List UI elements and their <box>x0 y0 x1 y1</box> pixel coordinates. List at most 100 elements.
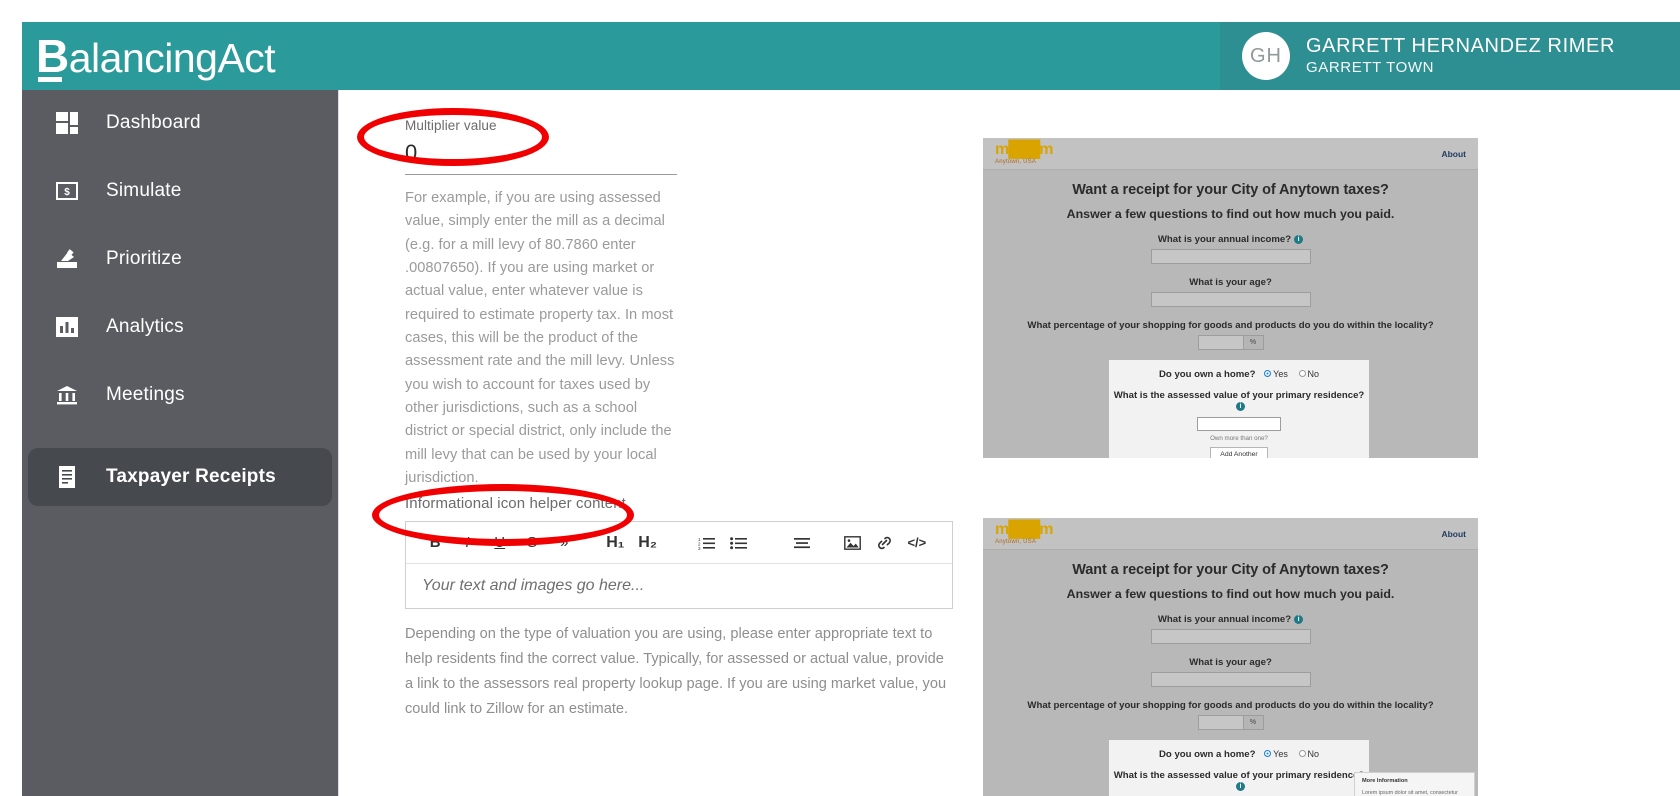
preview-subheading: Answer a few questions to find out how m… <box>1066 587 1395 601</box>
anytown-logo-glyph: m███m <box>995 521 1053 538</box>
italic-icon[interactable]: I <box>454 529 480 557</box>
info-icon[interactable]: i <box>1236 401 1245 411</box>
radio-yes-label: Yes <box>1273 749 1288 759</box>
anytown-logo-subtitle: Anytown, USA <box>995 539 1037 545</box>
underline-icon[interactable]: U <box>487 529 513 557</box>
preview-about-link[interactable]: About <box>1441 149 1466 159</box>
user-meta: GARRETT HERNANDEZ RIMER GARRETT TOWN <box>1306 35 1615 78</box>
bank-building-icon <box>54 382 80 408</box>
radio-no-label: No <box>1307 369 1320 379</box>
preview-question-income-text: What is your annual income? <box>1157 614 1292 625</box>
avatar: GH <box>1242 32 1290 80</box>
preview-input-percent[interactable] <box>1197 715 1244 730</box>
preview-question-own-home-text: Do you own a home? <box>1158 369 1256 380</box>
helper-content-note: Depending on the type of valuation you a… <box>405 626 947 718</box>
radio-yes[interactable] <box>1264 750 1272 758</box>
tax-receipt-preview-bottom: m███m Anytown, USA About Want a receipt … <box>983 518 1478 796</box>
preview-input-age[interactable] <box>1150 672 1311 687</box>
link-icon[interactable] <box>871 529 897 557</box>
preview-input-percent[interactable] <box>1197 335 1244 350</box>
sidebar-item-label: Dashboard <box>106 112 201 133</box>
preview-question-own-home-text: Do you own a home? <box>1158 749 1256 760</box>
preview-about-link[interactable]: About <box>1441 529 1466 539</box>
info-icon[interactable]: i <box>1236 781 1245 791</box>
editor-placeholder: Your text and images go here... <box>422 577 645 594</box>
preview-home-card: Do you own a home? Yes No What is the as… <box>1109 360 1369 458</box>
info-icon[interactable]: i <box>1294 614 1304 624</box>
sidebar-item-taxpayer-receipts[interactable]: Taxpayer Receipts <box>28 448 332 506</box>
preview-question-assessed: What is the assessed value of your prima… <box>1109 390 1369 412</box>
tax-receipt-preview-top: m███m Anytown, USA About Want a receipt … <box>983 138 1478 458</box>
preview-question-shopping: What percentage of your shopping for goo… <box>1027 320 1434 331</box>
more-information-tooltip: More Information Lorem ipsum dolor sit a… <box>1354 772 1475 796</box>
strikethrough-icon[interactable]: S <box>519 529 545 557</box>
sidebar-item-simulate[interactable]: $ Simulate <box>28 170 332 212</box>
sidebar-item-meetings[interactable]: Meetings <box>28 374 332 416</box>
preview-topbar: m███m Anytown, USA About <box>983 138 1478 170</box>
preview-topbar: m███m Anytown, USA About <box>983 518 1478 550</box>
content-divider <box>338 90 339 796</box>
sidebar-item-prioritize[interactable]: Prioritize <box>28 238 332 280</box>
user-account-panel[interactable]: GH GARRETT HERNANDEZ RIMER GARRETT TOWN <box>1220 22 1680 90</box>
code-icon[interactable]: </> <box>904 529 930 557</box>
heading-2-icon[interactable]: H₂ <box>634 529 660 557</box>
multiplier-value-input[interactable]: 0 <box>405 133 985 174</box>
preview-body: Want a receipt for your City of Anytown … <box>983 170 1478 458</box>
ordered-list-icon[interactable]: 123 <box>694 529 720 557</box>
editor-content-area[interactable]: Your text and images go here... <box>406 564 952 608</box>
radio-yes[interactable] <box>1264 370 1272 378</box>
rich-text-editor[interactable]: B I U S » H₁ H₂ 123 </> Your text and im… <box>405 521 953 609</box>
app-header: BalancingAct GH GARRETT HERNANDEZ RIMER … <box>22 22 1680 90</box>
preview-input-income[interactable] <box>1150 629 1311 644</box>
radio-no[interactable] <box>1298 370 1306 378</box>
settings-form-column: Multiplier value 0 For example, if you a… <box>405 90 985 490</box>
preview-input-assessed[interactable] <box>1197 417 1281 431</box>
bar-chart-icon <box>54 314 80 340</box>
blockquote-icon[interactable]: » <box>551 529 577 557</box>
sidebar-nav: Dashboard $ Simulate Prioritize Analytic… <box>22 90 338 796</box>
radio-no[interactable] <box>1298 750 1306 758</box>
page-top-gutter <box>0 0 1680 22</box>
radio-no-label: No <box>1307 749 1320 759</box>
bold-icon[interactable]: B <box>422 529 448 557</box>
sidebar-top-spacer <box>22 90 338 102</box>
info-icon[interactable]: i <box>1294 234 1304 244</box>
sidebar-item-dashboard[interactable]: Dashboard <box>28 102 332 144</box>
add-another-button[interactable]: Add Another <box>1210 447 1268 458</box>
align-icon[interactable] <box>789 529 815 557</box>
ballot-box-icon <box>54 246 80 272</box>
sidebar-item-label: Prioritize <box>106 248 182 269</box>
preview-heading: Want a receipt for your City of Anytown … <box>1072 182 1389 198</box>
money-bill-icon: $ <box>54 178 80 204</box>
radio-yes-label: Yes <box>1273 369 1288 379</box>
image-icon[interactable] <box>839 529 865 557</box>
preview-question-shopping: What percentage of your shopping for goo… <box>1027 700 1434 711</box>
preview-question-own-home: Do you own a home? Yes No <box>1109 369 1369 380</box>
svg-text:3: 3 <box>698 546 701 550</box>
sidebar-item-analytics[interactable]: Analytics <box>28 306 332 348</box>
main-content: Multiplier value 0 For example, if you a… <box>338 90 1680 796</box>
preview-body: Want a receipt for your City of Anytown … <box>983 550 1478 796</box>
heading-1-icon[interactable]: H₁ <box>602 529 628 557</box>
anytown-logo: m███m Anytown, USA <box>995 142 1053 166</box>
percent-sign: % <box>1243 715 1264 730</box>
preview-question-age: What is your age? <box>1189 277 1272 288</box>
preview-subheading: Answer a few questions to find out how m… <box>1066 207 1395 221</box>
helper-content-field-group: Informational icon helper content B I U … <box>405 495 985 722</box>
app-root: BalancingAct GH GARRETT HERNANDEZ RIMER … <box>0 0 1680 796</box>
preview-question-income-text: What is your annual income? <box>1157 234 1292 245</box>
tooltip-body: Lorem ipsum dolor sit amet, consectetur … <box>1362 790 1458 796</box>
brand-logo[interactable]: BalancingAct <box>22 30 276 82</box>
unordered-list-icon[interactable] <box>726 529 752 557</box>
brand-logo-initial: B <box>36 30 69 82</box>
preview-input-income[interactable] <box>1150 249 1311 264</box>
preview-question-own-home: Do you own a home? Yes No <box>1109 749 1369 760</box>
page-left-gutter <box>0 0 22 796</box>
preview-question-assessed-text: What is the assessed value of your prima… <box>1113 390 1365 401</box>
preview-heading: Want a receipt for your City of Anytown … <box>1072 562 1389 578</box>
sidebar-item-label: Taxpayer Receipts <box>106 466 276 487</box>
tooltip-title: More Information <box>1362 778 1408 784</box>
preview-percent-group: % <box>983 335 1478 350</box>
preview-input-age[interactable] <box>1150 292 1311 307</box>
anytown-logo: m███m Anytown, USA <box>995 521 1053 546</box>
